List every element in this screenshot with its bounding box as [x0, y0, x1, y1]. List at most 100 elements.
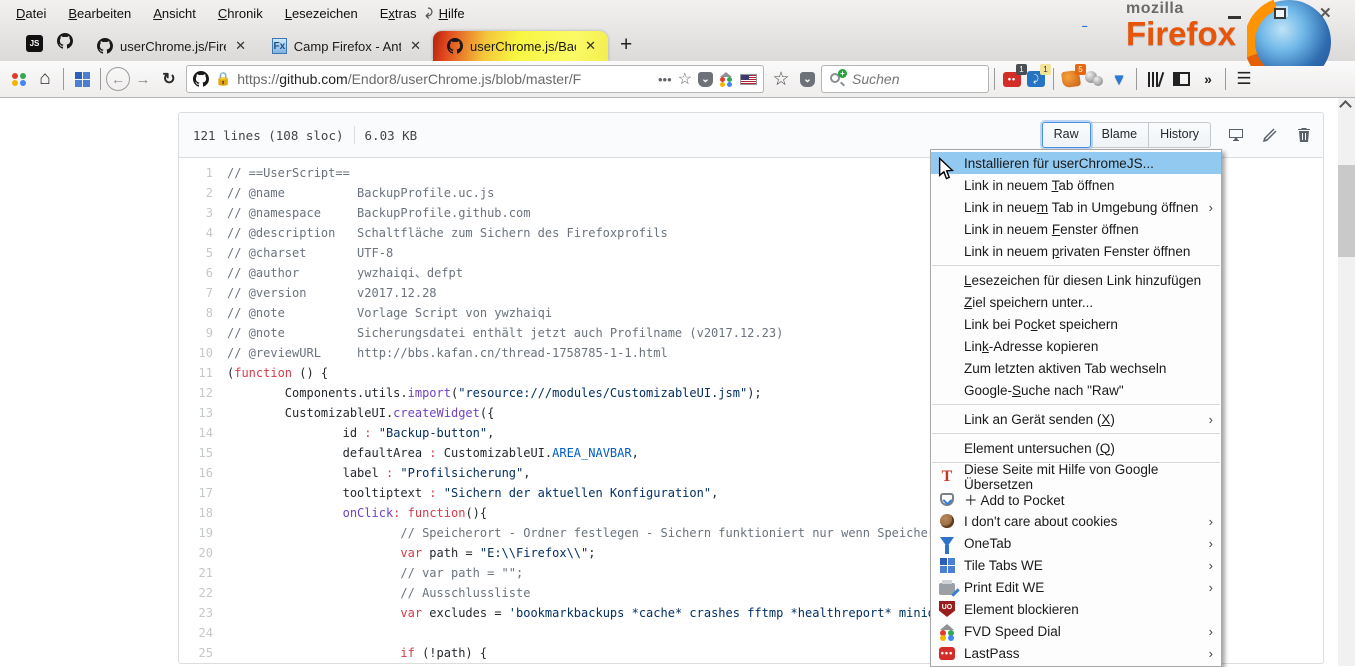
- context-menu-item[interactable]: Link an Gerät senden (X)›: [931, 408, 1221, 430]
- line-number[interactable]: 11: [179, 363, 227, 383]
- context-menu-item[interactable]: OneTab›: [931, 532, 1221, 554]
- context-menu-item[interactable]: Link in neuem Tab öffnen: [931, 174, 1221, 196]
- page-scrollbar[interactable]: [1338, 98, 1355, 666]
- overflow-chevron-icon[interactable]: »: [1194, 66, 1220, 92]
- raw-button[interactable]: Raw: [1042, 122, 1091, 148]
- pocket-icon[interactable]: ⌄: [698, 72, 713, 87]
- blame-button[interactable]: Blame: [1091, 122, 1149, 148]
- line-number[interactable]: 12: [179, 383, 227, 403]
- page-actions-icon[interactable]: •••: [658, 72, 672, 87]
- context-menu-item[interactable]: I don't care about cookies›: [931, 510, 1221, 532]
- tab-active[interactable]: userChrome.js/Back✕: [433, 31, 608, 61]
- context-menu-item[interactable]: •••LastPass›: [931, 642, 1221, 664]
- context-menu-item[interactable]: Link bei Pocket speichern: [931, 313, 1221, 335]
- lastpass-toolbar-icon[interactable]: ••1: [1000, 68, 1024, 90]
- context-menu-item[interactable]: ＋ Add to Pocket: [931, 488, 1221, 510]
- library-icon[interactable]: [1142, 66, 1168, 92]
- menubar-item[interactable]: Datei: [6, 2, 56, 25]
- context-menu-item[interactable]: Link in neuem Tab in Umgebung öffnen›: [931, 196, 1221, 218]
- line-number[interactable]: 20: [179, 543, 227, 563]
- new-tab-button[interactable]: +: [608, 33, 642, 61]
- context-menu-item[interactable]: Installieren für userChromeJS...: [931, 152, 1221, 174]
- fvd-home-icon[interactable]: [719, 72, 734, 86]
- line-number[interactable]: 9: [179, 323, 227, 343]
- line-number[interactable]: 2: [179, 183, 227, 203]
- sidebar-toggle-icon[interactable]: [1168, 66, 1194, 92]
- line-number[interactable]: 18: [179, 503, 227, 523]
- context-menu-item[interactable]: Lesezeichen für diesen Link hinzufügen: [931, 269, 1221, 291]
- context-menu-item[interactable]: Print Edit WE›: [931, 576, 1221, 598]
- pinned-tab-github[interactable]: [57, 33, 73, 54]
- tab[interactable]: userChrome.js/Firef✕: [83, 31, 258, 61]
- speed-dial-dots-icon[interactable]: [6, 66, 32, 92]
- tile-tabs-icon[interactable]: [69, 66, 95, 92]
- line-number[interactable]: 25: [179, 643, 227, 663]
- line-number[interactable]: 13: [179, 403, 227, 423]
- undo-closed-tab-icon[interactable]: ↷: [418, 7, 436, 20]
- session-manager-icon[interactable]: ⤸1: [1024, 68, 1048, 90]
- onetab-toolbar-icon[interactable]: ▼: [1107, 68, 1131, 90]
- scrollbar-up-arrow-icon[interactable]: [1339, 100, 1352, 113]
- line-number[interactable]: 4: [179, 223, 227, 243]
- minimize-button[interactable]: [1228, 16, 1241, 19]
- bookmark-star-icon[interactable]: ☆: [678, 69, 692, 89]
- line-number[interactable]: 7: [179, 283, 227, 303]
- edit-pencil-icon[interactable]: [1261, 126, 1279, 144]
- home-icon[interactable]: ⌂: [32, 66, 58, 92]
- line-number[interactable]: 3: [179, 203, 227, 223]
- close-button[interactable]: ✕: [1319, 8, 1332, 19]
- menubar-item[interactable]: Chronik: [208, 2, 273, 25]
- context-menu-item[interactable]: Google-Suche nach "Raw": [931, 379, 1221, 401]
- line-number[interactable]: 19: [179, 523, 227, 543]
- line-number[interactable]: 6: [179, 263, 227, 283]
- bookmark-this-page-icon[interactable]: ☆: [768, 66, 794, 92]
- context-menu-item[interactable]: UOElement blockieren: [931, 598, 1221, 620]
- forward-icon[interactable]: →: [130, 66, 156, 92]
- context-menu-item[interactable]: Element untersuchen (Q): [931, 437, 1221, 459]
- context-menu-item[interactable]: Link-Adresse kopieren: [931, 335, 1221, 357]
- https-lock-icon[interactable]: 🔒: [215, 71, 231, 87]
- line-number[interactable]: 17: [179, 483, 227, 503]
- scrollbar-thumb[interactable]: [1338, 165, 1355, 257]
- context-menu-item[interactable]: Zum letzten aktiven Tab wechseln: [931, 357, 1221, 379]
- context-menu-item[interactable]: Ziel speichern unter...: [931, 291, 1221, 313]
- menubar-item[interactable]: Bearbeiten: [58, 2, 141, 25]
- history-button[interactable]: History: [1149, 122, 1211, 148]
- line-number[interactable]: 22: [179, 583, 227, 603]
- tab-close-icon[interactable]: ✕: [583, 38, 596, 54]
- line-number[interactable]: 23: [179, 603, 227, 623]
- line-number[interactable]: 1: [179, 163, 227, 183]
- search-engine-icon[interactable]: +: [830, 71, 846, 87]
- line-number[interactable]: 15: [179, 443, 227, 463]
- menubar-item[interactable]: Ansicht: [143, 2, 206, 25]
- url-bar[interactable]: 🔒 https://github.com/Endor8/userChrome.j…: [186, 65, 764, 93]
- proxy-spheres-icon[interactable]: [1083, 68, 1107, 90]
- us-flag-icon[interactable]: [740, 74, 757, 85]
- context-menu-item[interactable]: TDiese Seite mit Hilfe von Google Überse…: [931, 466, 1221, 488]
- menubar-item[interactable]: Lesezeichen: [275, 2, 368, 25]
- line-number[interactable]: 24: [179, 623, 227, 643]
- pocket-toolbar-icon[interactable]: ⌄: [800, 72, 815, 87]
- fox-updater-icon[interactable]: 5: [1059, 68, 1083, 90]
- line-number[interactable]: 8: [179, 303, 227, 323]
- search-bar[interactable]: +: [821, 65, 989, 93]
- reload-icon[interactable]: ↻: [156, 66, 182, 92]
- open-desktop-icon[interactable]: [1227, 126, 1245, 144]
- context-menu-item[interactable]: Link in neuem Fenster öffnen: [931, 218, 1221, 240]
- tab-close-icon[interactable]: ✕: [233, 38, 246, 54]
- line-number[interactable]: 5: [179, 243, 227, 263]
- menu-hamburger-icon[interactable]: ☰: [1231, 66, 1257, 92]
- line-number[interactable]: 10: [179, 343, 227, 363]
- context-menu-item[interactable]: Link in neuem privaten Fenster öffnen: [931, 240, 1221, 262]
- tab[interactable]: FxCamp Firefox - Antw✕: [258, 31, 433, 61]
- context-menu-item[interactable]: FVD Speed Dial›: [931, 620, 1221, 642]
- line-number[interactable]: 14: [179, 423, 227, 443]
- delete-trash-icon[interactable]: [1295, 126, 1313, 144]
- restore-button[interactable]: [1274, 8, 1286, 19]
- pinned-tab-js[interactable]: JS: [26, 35, 43, 52]
- search-input[interactable]: [852, 71, 962, 87]
- line-number[interactable]: 16: [179, 463, 227, 483]
- context-menu-item[interactable]: Tile Tabs WE›: [931, 554, 1221, 576]
- tab-close-icon[interactable]: ✕: [408, 38, 421, 54]
- back-icon[interactable]: ←: [106, 67, 130, 91]
